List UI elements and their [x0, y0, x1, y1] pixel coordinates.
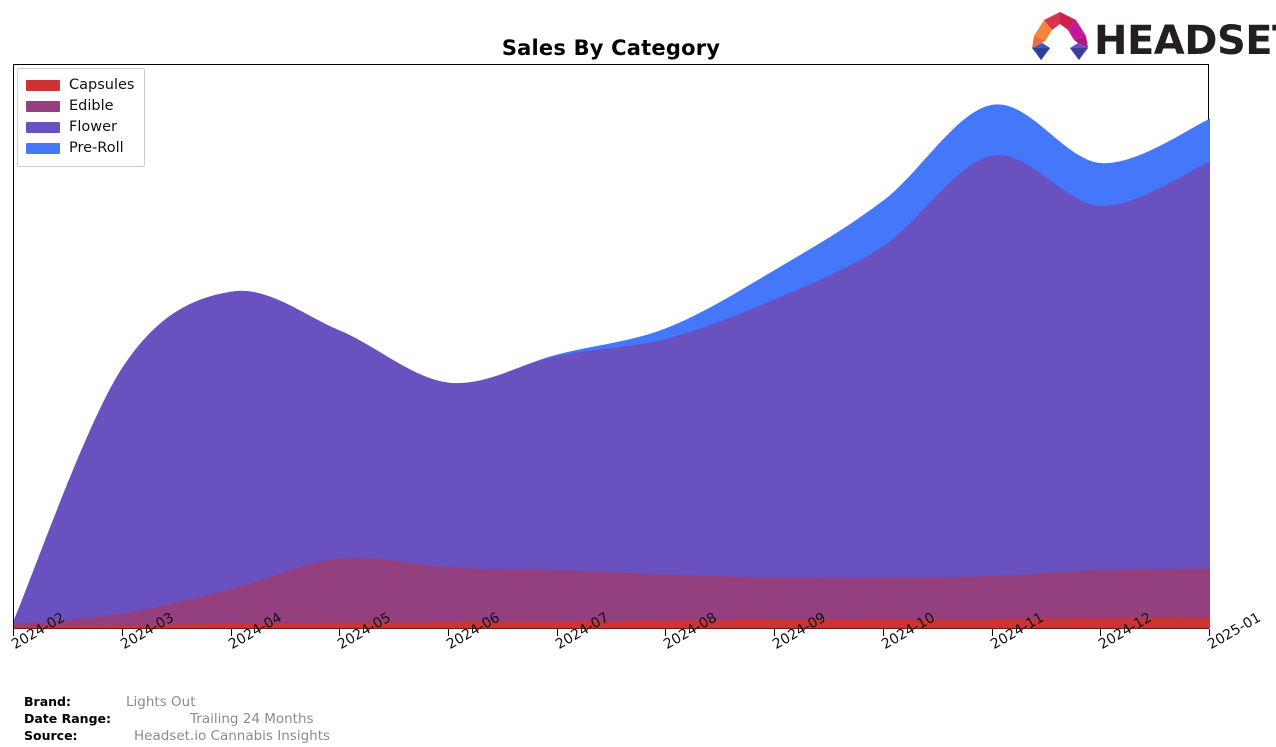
legend-swatch-pre-roll — [26, 143, 60, 154]
x-axis: 2024-02 2024-03 2024-04 2024-05 2024-06 2024-… — [9, 610, 1264, 653]
legend-label-edible: Edible — [69, 98, 114, 115]
legend-swatch-capsules — [26, 80, 60, 91]
legend-item-pre-roll[interactable]: Pre-Roll — [26, 138, 134, 159]
legend-label-capsules: Capsules — [69, 77, 135, 94]
stacked-area-chart — [14, 104, 1210, 629]
legend-swatch-edible — [26, 101, 60, 112]
footer-value-brand: Lights Out — [126, 694, 196, 710]
legend-item-edible[interactable]: Edible — [26, 96, 134, 117]
footer-key-brand: Brand: — [24, 694, 71, 709]
chart-footer: Brand: Lights Out Date Range: Trailing 2… — [24, 694, 444, 745]
footer-value-date-range: Trailing 24 Months — [190, 711, 314, 727]
legend-label-flower: Flower — [69, 119, 117, 136]
headset-arch-logo-icon — [1028, 10, 1092, 62]
legend-label-pre-roll: Pre-Roll — [69, 140, 124, 157]
legend-item-capsules[interactable]: Capsules — [26, 75, 134, 96]
footer-row-brand: Brand: Lights Out — [24, 694, 444, 710]
footer-row-date-range: Date Range: Trailing 24 Months — [24, 711, 444, 727]
chart-page: Sales By Category HEADSET Capsul — [0, 0, 1276, 747]
footer-value-source: Headset.io Cannabis Insights — [134, 728, 331, 744]
footer-key-source: Source: — [24, 728, 78, 743]
footer-key-date-range: Date Range: — [24, 711, 111, 726]
plot-area — [13, 64, 1210, 629]
x-axis-label: 2025-01 — [1205, 609, 1264, 653]
chart-legend: Capsules Edible Flower Pre-Roll — [17, 68, 146, 167]
logo-wordmark: HEADSET — [1094, 18, 1276, 64]
area-series-flower — [14, 155, 1210, 629]
footer-row-source: Source: Headset.io Cannabis Insights — [24, 728, 444, 744]
legend-item-flower[interactable]: Flower — [26, 117, 134, 138]
legend-swatch-flower — [26, 122, 60, 133]
headset-logo: HEADSET — [1028, 10, 1276, 64]
